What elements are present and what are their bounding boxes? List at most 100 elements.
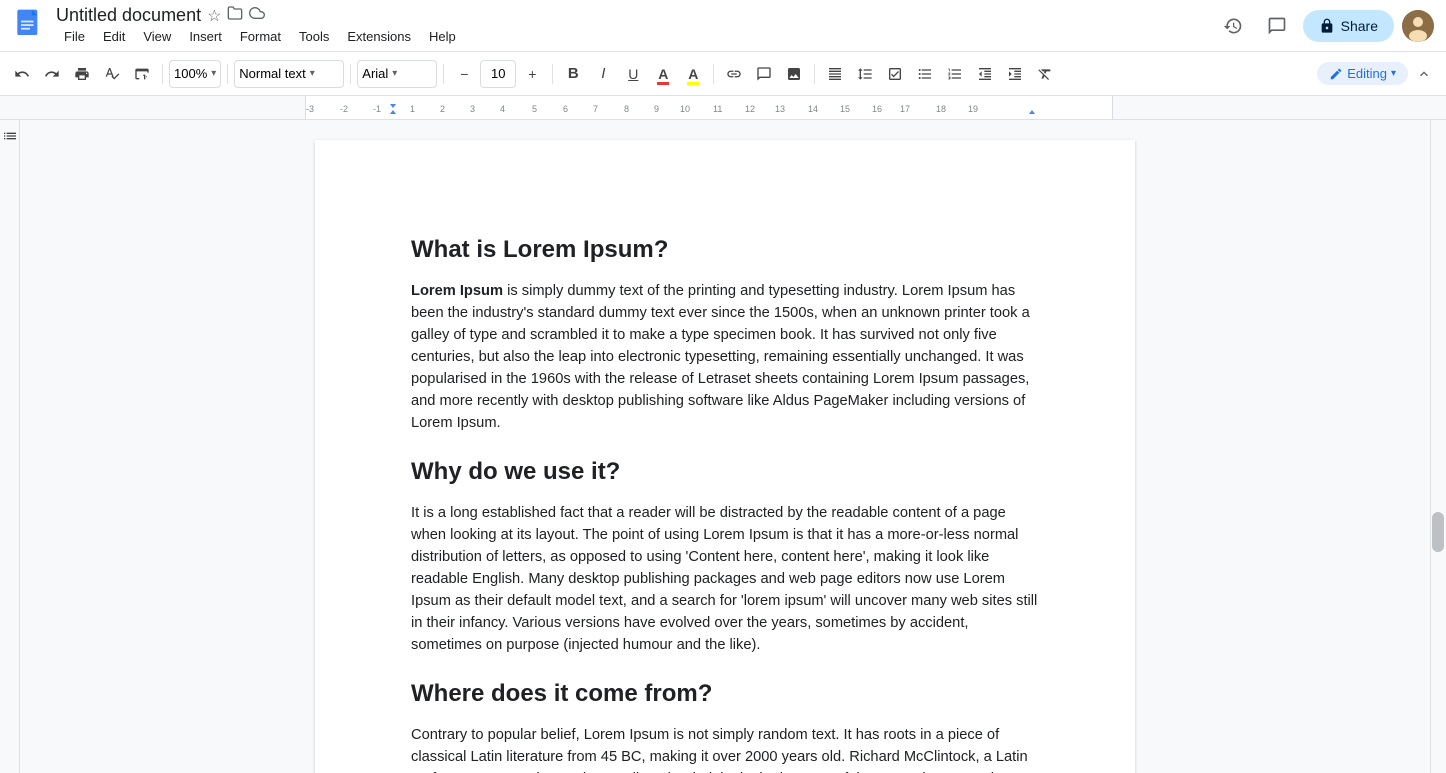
zoom-value: 100%: [174, 66, 207, 81]
underline-button[interactable]: U: [619, 60, 647, 88]
editing-mode-button[interactable]: Editing ▾: [1317, 62, 1408, 85]
divider-3: [350, 64, 351, 84]
svg-text:-2: -2: [340, 104, 348, 114]
font-size-control: − 10 +: [450, 60, 546, 88]
svg-text:16: 16: [872, 104, 882, 114]
paragraph-1[interactable]: Lorem Ipsum is simply dummy text of the …: [411, 280, 1039, 434]
clear-formatting-button[interactable]: [1031, 60, 1059, 88]
svg-text:13: 13: [775, 104, 785, 114]
collapse-toolbar-button[interactable]: [1410, 60, 1438, 88]
doc-info: Untitled document ☆ File Edit View Inser…: [56, 5, 1215, 46]
menu-tools[interactable]: Tools: [291, 27, 337, 46]
svg-text:12: 12: [745, 104, 755, 114]
bullet-list-button[interactable]: [911, 60, 939, 88]
svg-text:6: 6: [563, 104, 568, 114]
document-page[interactable]: What is Lorem Ipsum? Lorem Ipsum is simp…: [315, 140, 1135, 773]
svg-text:3: 3: [470, 104, 475, 114]
undo-button[interactable]: [8, 60, 36, 88]
svg-text:2: 2: [440, 104, 445, 114]
highlight-button[interactable]: A: [679, 60, 707, 88]
divider-1: [162, 64, 163, 84]
ruler-track: -3 -2 -1 1 2 3 4 5 6 7 8 9 10 11 12 13 1…: [20, 96, 1446, 119]
lock-icon: [1319, 18, 1335, 34]
ruler: -3 -2 -1 1 2 3 4 5 6 7 8 9 10 11 12 13 1…: [0, 96, 1446, 120]
cloud-icon[interactable]: [249, 5, 265, 26]
toolbar: 100% ▾ Normal text ▾ Arial ▾ − 10 + B I …: [0, 52, 1446, 96]
doc-title[interactable]: Untitled document: [56, 5, 201, 26]
style-arrow-icon: ▾: [310, 68, 315, 79]
font-select[interactable]: Arial ▾: [357, 60, 437, 88]
menu-view[interactable]: View: [135, 27, 179, 46]
decrease-indent-button[interactable]: [971, 60, 999, 88]
svg-text:11: 11: [713, 104, 722, 114]
paragraph-2[interactable]: It is a long established fact that a rea…: [411, 502, 1039, 656]
line-spacing-button[interactable]: [851, 60, 879, 88]
insert-comment-button[interactable]: [750, 60, 778, 88]
font-size-box[interactable]: 10: [480, 60, 516, 88]
link-button[interactable]: [720, 60, 748, 88]
paragraph-3[interactable]: Contrary to popular belief, Lorem Ipsum …: [411, 724, 1039, 773]
svg-text:4: 4: [500, 104, 505, 114]
text-color-button[interactable]: A: [649, 60, 677, 88]
numbered-list-button[interactable]: [941, 60, 969, 88]
menu-insert[interactable]: Insert: [181, 27, 230, 46]
left-panel: [0, 120, 20, 773]
doc-title-row: Untitled document ☆: [56, 5, 1215, 26]
paint-format-button[interactable]: [128, 60, 156, 88]
document-area[interactable]: What is Lorem Ipsum? Lorem Ipsum is simp…: [20, 120, 1430, 773]
svg-text:17: 17: [900, 104, 910, 114]
increase-indent-button[interactable]: [1001, 60, 1029, 88]
menu-format[interactable]: Format: [232, 27, 289, 46]
comment-icon-btn[interactable]: [1259, 8, 1295, 44]
svg-text:-3: -3: [306, 104, 314, 114]
share-button[interactable]: Share: [1303, 10, 1394, 42]
menu-help[interactable]: Help: [421, 27, 464, 46]
editing-pencil-icon: [1329, 67, 1343, 81]
heading-3[interactable]: Where does it come from?: [411, 680, 1039, 708]
increase-font-size-button[interactable]: +: [518, 60, 546, 88]
top-bar: Untitled document ☆ File Edit View Inser…: [0, 0, 1446, 52]
menu-bar: File Edit View Insert Format Tools Exten…: [56, 27, 1215, 46]
zoom-select[interactable]: 100% ▾: [169, 60, 221, 88]
checklist-button[interactable]: [881, 60, 909, 88]
insert-image-button[interactable]: [780, 60, 808, 88]
svg-text:9: 9: [654, 104, 659, 114]
heading-2[interactable]: Why do we use it?: [411, 458, 1039, 486]
spellcheck-button[interactable]: [98, 60, 126, 88]
svg-text:15: 15: [840, 104, 850, 114]
editing-chevron-icon: ▾: [1391, 68, 1396, 79]
title-icons: ☆: [207, 5, 265, 26]
svg-text:1: 1: [410, 104, 415, 114]
svg-text:8: 8: [624, 104, 629, 114]
print-button[interactable]: [68, 60, 96, 88]
paragraph-1-rest: is simply dummy text of the printing and…: [411, 283, 1030, 431]
divider-5: [552, 64, 553, 84]
outline-icon[interactable]: [2, 128, 18, 147]
divider-4: [443, 64, 444, 84]
bold-button[interactable]: B: [559, 60, 587, 88]
svg-text:-1: -1: [373, 104, 381, 114]
folder-icon[interactable]: [227, 5, 243, 26]
redo-button[interactable]: [38, 60, 66, 88]
svg-text:7: 7: [593, 104, 598, 114]
svg-text:10: 10: [680, 104, 690, 114]
avatar[interactable]: [1402, 10, 1434, 42]
svg-text:5: 5: [532, 104, 537, 114]
menu-extensions[interactable]: Extensions: [339, 27, 419, 46]
menu-file[interactable]: File: [56, 27, 93, 46]
svg-text:18: 18: [936, 104, 946, 114]
lorem-ipsum-bold: Lorem Ipsum: [411, 283, 503, 299]
align-button[interactable]: [821, 60, 849, 88]
menu-edit[interactable]: Edit: [95, 27, 133, 46]
history-icon-btn[interactable]: [1215, 8, 1251, 44]
ruler-marks: -3 -2 -1 1 2 3 4 5 6 7 8 9 10 11 12 13 1…: [20, 96, 1446, 119]
font-value: Arial: [362, 66, 388, 81]
divider-2: [227, 64, 228, 84]
star-icon[interactable]: ☆: [207, 6, 221, 26]
italic-button[interactable]: I: [589, 60, 617, 88]
scroll-handle[interactable]: [1432, 512, 1444, 552]
heading-1[interactable]: What is Lorem Ipsum?: [411, 236, 1039, 264]
main-area: What is Lorem Ipsum? Lorem Ipsum is simp…: [0, 120, 1446, 773]
decrease-font-size-button[interactable]: −: [450, 60, 478, 88]
style-select[interactable]: Normal text ▾: [234, 60, 344, 88]
